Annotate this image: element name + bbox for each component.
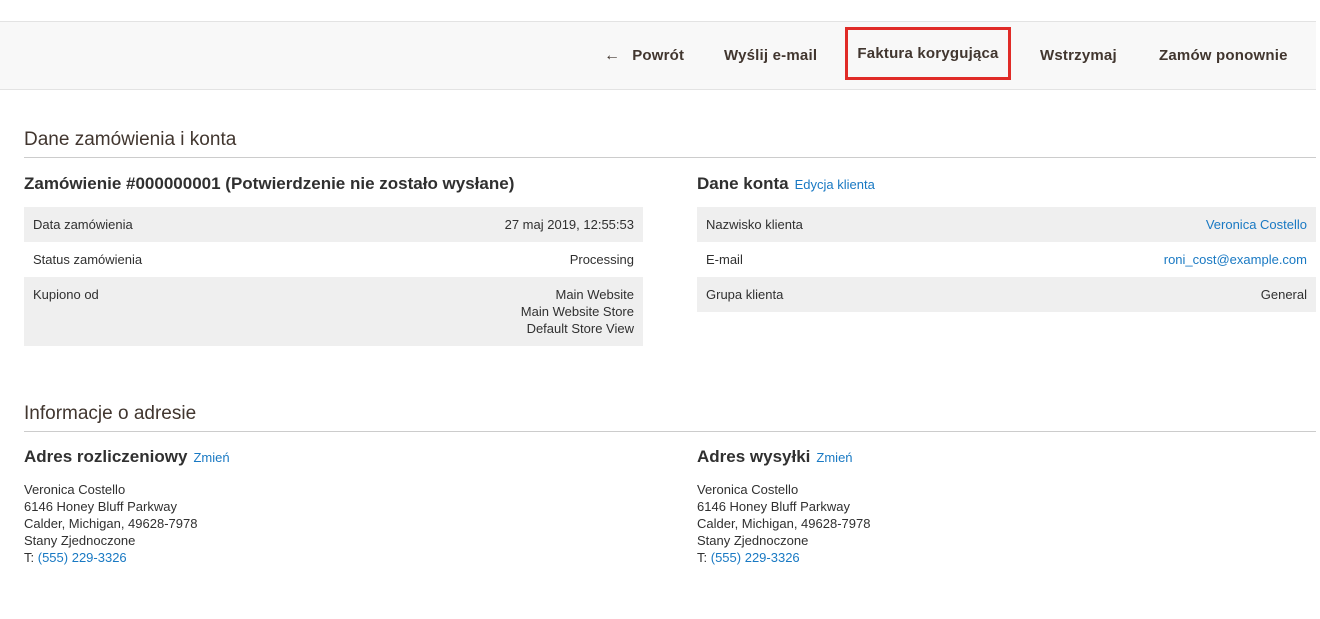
edit-customer-link[interactable]: Edycja klienta <box>795 177 875 192</box>
reorder-button[interactable]: Zamów ponownie <box>1159 22 1288 89</box>
shipping-phone-prefix: T: <box>697 550 708 565</box>
table-row: Status zamówienia Processing <box>24 242 643 277</box>
back-button[interactable]: ← Powrót <box>604 22 684 89</box>
shipping-phone-link[interactable]: (555) 229-3326 <box>711 550 800 565</box>
shipping-address: Veronica Costello 6146 Honey Bluff Parkw… <box>697 481 870 566</box>
email-label: E-mail <box>706 252 743 267</box>
back-button-label: Powrót <box>632 47 685 64</box>
billing-title-text: Adres rozliczeniowy <box>24 447 188 466</box>
store-name: Main Website Store <box>520 304 634 319</box>
table-row: Nazwisko klienta Veronica Costello <box>697 207 1316 242</box>
shipping-country: Stany Zjednoczone <box>697 533 809 548</box>
arrow-left-icon: ← <box>604 46 621 64</box>
account-info-table: Nazwisko klienta Veronica Costello E-mai… <box>697 207 1316 312</box>
shipping-phone: T: (555) 229-3326 <box>697 549 870 566</box>
account-title-text: Dane konta <box>697 174 789 193</box>
hold-button[interactable]: Wstrzymaj <box>1040 22 1117 89</box>
purchased-from-value: Main Website Main Website Store Default … <box>320 277 634 337</box>
billing-address: Veronica Costello 6146 Honey Bluff Parkw… <box>24 481 197 566</box>
credit-memo-button[interactable]: Faktura korygująca <box>845 27 1011 80</box>
billing-street: 6146 Honey Bluff Parkway <box>24 499 177 514</box>
order-title: Zamówienie #000000001 (Potwierdzenie nie… <box>24 174 515 193</box>
edit-shipping-address-link[interactable]: Zmień <box>816 450 852 465</box>
table-row: E-mail roni_cost@example.com <box>697 242 1316 277</box>
billing-phone: T: (555) 229-3326 <box>24 549 197 566</box>
order-status-label: Status zamówienia <box>33 252 143 267</box>
table-row: Grupa klienta General <box>697 277 1316 312</box>
billing-address-title: Adres rozliczeniowy Zmień <box>24 447 230 467</box>
billing-name: Veronica Costello <box>24 482 126 497</box>
billing-country: Stany Zjednoczone <box>24 533 136 548</box>
address-info-section-title: Informacje o adresie <box>24 403 1316 432</box>
table-row: Kupiono od Main Website Main Website Sto… <box>24 277 643 346</box>
page-actions-toolbar: ← Powrót Wyślij e-mail Faktura korygując… <box>0 22 1316 90</box>
shipping-street: 6146 Honey Bluff Parkway <box>697 499 850 514</box>
shipping-name: Veronica Costello <box>697 482 799 497</box>
customer-name-link[interactable]: Veronica Costello <box>1206 217 1307 232</box>
shipping-city: Calder, Michigan, 49628-7978 <box>697 516 871 531</box>
account-info-title: Dane konta Edycja klienta <box>697 174 875 194</box>
order-date-label: Data zamówienia <box>33 217 133 232</box>
order-account-section-title: Dane zamówienia i konta <box>24 129 1316 158</box>
customer-email-link[interactable]: roni_cost@example.com <box>1164 252 1307 267</box>
order-date-value: 27 maj 2019, 12:55:53 <box>504 217 634 232</box>
purchased-from-label: Kupiono od <box>33 287 99 302</box>
send-email-button[interactable]: Wyślij e-mail <box>724 22 817 89</box>
shipping-address-title: Adres wysyłki Zmień <box>697 447 853 467</box>
order-info-table: Data zamówienia 27 maj 2019, 12:55:53 St… <box>24 207 643 346</box>
customer-group-value: General <box>1260 287 1307 302</box>
edit-billing-address-link[interactable]: Zmień <box>193 450 229 465</box>
shipping-title-text: Adres wysyłki <box>697 447 811 466</box>
store-view-name: Default Store View <box>526 321 634 336</box>
customer-group-label: Grupa klienta <box>706 287 784 302</box>
order-status-value: Processing <box>569 252 634 267</box>
billing-phone-link[interactable]: (555) 229-3326 <box>38 550 127 565</box>
billing-phone-prefix: T: <box>24 550 35 565</box>
table-row: Data zamówienia 27 maj 2019, 12:55:53 <box>24 207 643 242</box>
customer-name-label: Nazwisko klienta <box>706 217 803 232</box>
billing-city: Calder, Michigan, 49628-7978 <box>24 516 198 531</box>
website-name: Main Website <box>555 287 634 302</box>
